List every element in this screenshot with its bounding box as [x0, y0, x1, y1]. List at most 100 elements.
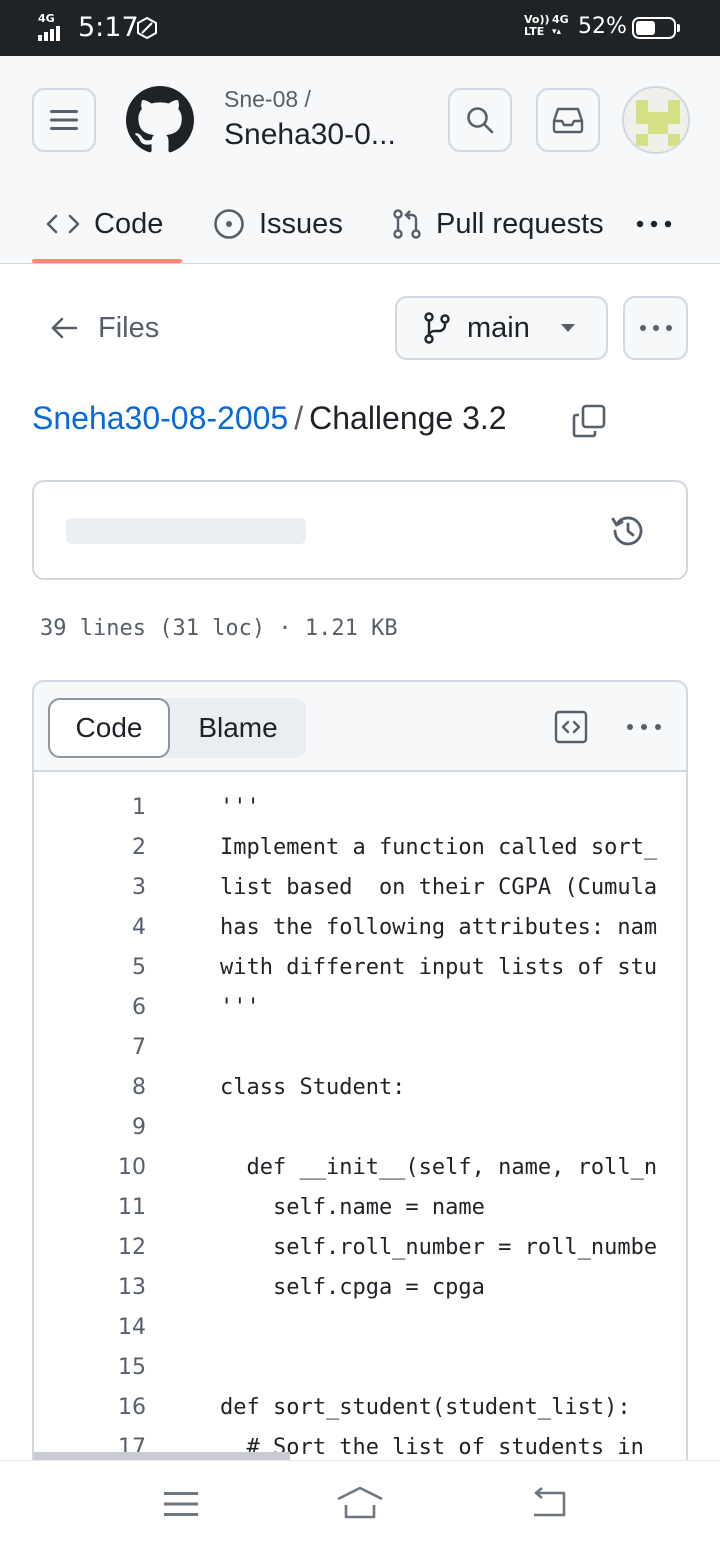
line-number[interactable]: 14	[34, 1308, 146, 1348]
code-viewer-header: Code Blame	[34, 682, 686, 772]
code-viewer: Code Blame 1 ''' 2 Implement a function cal…	[32, 680, 688, 1460]
code-line: 2 Implement a function called sort_	[34, 828, 686, 868]
line-number[interactable]: 2	[34, 828, 146, 868]
active-tab-indicator	[32, 259, 182, 263]
tabs-more-button[interactable]	[636, 184, 672, 264]
line-content: self.roll_number = roll_numbe	[220, 1235, 658, 1260]
line-content: '''	[220, 995, 260, 1020]
code-line: 13 self.cpga = cpga	[34, 1268, 686, 1308]
code-line: 10 def __init__(self, name, roll_n	[34, 1148, 686, 1188]
line-number[interactable]: 6	[34, 988, 146, 1028]
issue-opened-icon	[214, 209, 244, 239]
kebab-horizontal-icon	[636, 220, 672, 228]
line-content: self.name = name	[220, 1195, 485, 1220]
repo-header: Sne-08 / Sneha30-0... Code Issues Pull r…	[0, 56, 720, 264]
tab-issues[interactable]: Issues	[213, 184, 343, 264]
battery-percent: 52%	[578, 14, 627, 39]
breadcrumb-current-file: Challenge 3.2	[309, 400, 507, 436]
line-content: self.cpga = cpga	[220, 1275, 485, 1300]
file-stats: 39 lines (31 loc) · 1.21 KB	[40, 616, 398, 641]
menu-button[interactable]	[32, 88, 96, 152]
code-line: 11 self.name = name	[34, 1188, 686, 1228]
repo-tabs: Code Issues Pull requests	[0, 184, 720, 264]
line-number[interactable]: 1	[34, 788, 146, 828]
code-line: 7	[34, 1028, 686, 1068]
network-indicator: 4G ▾▴	[552, 13, 569, 38]
code-line: 16 def sort_student(student_list):	[34, 1388, 686, 1428]
line-content: has the following attributes: nam	[220, 915, 658, 940]
status-bar: 4G 5:17 Vo)) LTE 4G ▾▴ 52%	[0, 0, 720, 56]
github-logo-icon[interactable]	[126, 86, 194, 154]
line-number[interactable]: 12	[34, 1228, 146, 1268]
code-line: 9	[34, 1108, 686, 1148]
git-branch-icon	[424, 312, 450, 344]
code-line: 5 with different input lists of stu	[34, 948, 686, 988]
horizontal-scrollbar[interactable]	[34, 1452, 290, 1460]
breadcrumb-separator: /	[294, 400, 304, 436]
line-number[interactable]: 3	[34, 868, 146, 908]
avatar[interactable]	[622, 86, 690, 154]
history-icon[interactable]	[611, 514, 645, 548]
code-line: 12 self.roll_number = roll_numbe	[34, 1228, 686, 1268]
line-number[interactable]: 11	[34, 1188, 146, 1228]
blame-view-button[interactable]: Blame	[170, 698, 306, 758]
line-content: Implement a function called sort_	[220, 835, 658, 860]
code-line: 4 has the following attributes: nam	[34, 908, 686, 948]
repo-owner-link[interactable]: Sne-08 /	[224, 86, 311, 113]
arrow-left-icon	[51, 317, 78, 339]
tab-code[interactable]: Code	[46, 184, 163, 264]
kebab-horizontal-icon	[639, 325, 672, 331]
battery-icon	[632, 17, 680, 39]
latest-commit-box	[32, 480, 688, 580]
hamburger-icon	[50, 110, 78, 130]
inbox-button[interactable]	[536, 88, 600, 152]
back-icon[interactable]	[530, 1487, 568, 1519]
line-number[interactable]: 9	[34, 1108, 146, 1148]
home-icon[interactable]	[336, 1485, 384, 1521]
copy-path-icon[interactable]	[572, 404, 606, 438]
code-line: 14	[34, 1308, 686, 1348]
code-view-button[interactable]: Code	[48, 698, 170, 758]
line-number[interactable]: 7	[34, 1028, 146, 1068]
line-content: def __init__(self, name, roll_n	[220, 1155, 658, 1180]
signal-icon: 4G	[38, 12, 68, 42]
raw-file-icon[interactable]	[554, 710, 588, 744]
line-number[interactable]: 16	[34, 1388, 146, 1428]
status-time: 5:17	[78, 12, 139, 43]
line-content: list based on their CGPA (Cumula	[220, 875, 658, 900]
breadcrumb: Sneha30-08-2005/Challenge 3.2	[32, 400, 507, 437]
code-body: 1 ''' 2 Implement a function called sort_ 3 l…	[34, 772, 686, 1460]
line-number[interactable]: 13	[34, 1268, 146, 1308]
repo-name-link[interactable]: Sneha30-0...	[224, 118, 396, 152]
line-number[interactable]: 5	[34, 948, 146, 988]
code-line: 3 list based on their CGPA (Cumula	[34, 868, 686, 908]
code-line: 6 '''	[34, 988, 686, 1028]
tab-pull-requests[interactable]: Pull requests	[392, 184, 604, 264]
breadcrumb-repo-link[interactable]: Sneha30-08-2005	[32, 400, 288, 436]
file-actions-more-button[interactable]	[623, 296, 688, 360]
search-button[interactable]	[448, 88, 512, 152]
line-number[interactable]: 15	[34, 1348, 146, 1388]
line-number[interactable]: 8	[34, 1068, 146, 1108]
line-content: class Student:	[220, 1075, 406, 1100]
identicon-icon	[624, 88, 688, 152]
code-line: 15	[34, 1348, 686, 1388]
data-saver-icon	[137, 17, 157, 39]
commit-loading-placeholder	[66, 518, 306, 544]
branch-selector-button[interactable]: main	[395, 296, 608, 360]
triangle-down-icon	[560, 324, 575, 332]
line-content: with different input lists of stu	[220, 955, 658, 980]
branch-name: main	[467, 311, 530, 344]
code-line: 8 class Student:	[34, 1068, 686, 1108]
code-line: 1 '''	[34, 788, 686, 828]
system-nav-bar	[0, 1460, 720, 1544]
view-mode-toggle: Code Blame	[48, 698, 306, 758]
recent-apps-icon[interactable]	[164, 1489, 198, 1519]
code-more-options-icon[interactable]	[624, 712, 664, 742]
line-number[interactable]: 4	[34, 908, 146, 948]
line-content: '''	[220, 795, 260, 820]
git-pull-request-icon	[393, 209, 421, 239]
line-number[interactable]: 10	[34, 1148, 146, 1188]
back-to-files-link[interactable]: Files	[50, 308, 159, 348]
search-icon	[467, 107, 494, 134]
